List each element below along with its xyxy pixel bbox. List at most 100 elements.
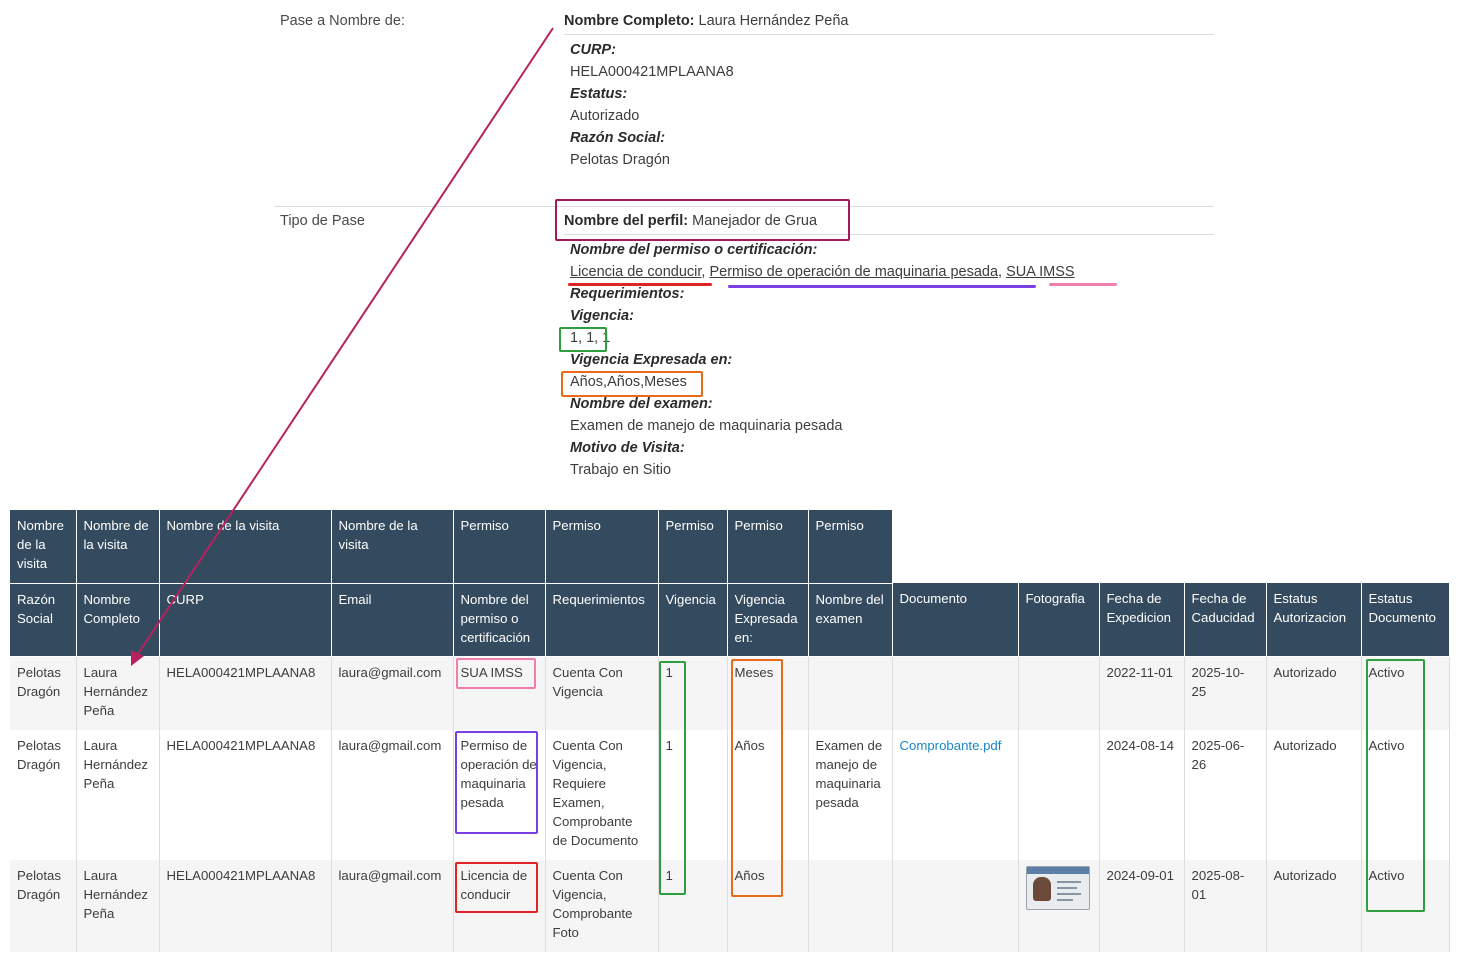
col-header-examen[interactable]: Nombre del examen bbox=[808, 583, 893, 657]
nombre-completo-value: Laura Hernández Peña bbox=[698, 13, 849, 29]
group-header: Permiso bbox=[453, 510, 546, 584]
cell-expedicion: 2024-09-01 bbox=[1099, 860, 1185, 952]
group-header: Nombre de la visita bbox=[331, 510, 454, 584]
permiso-link-sua[interactable]: SUA IMSS bbox=[1006, 264, 1075, 280]
cell-permiso: SUA IMSS bbox=[453, 656, 546, 730]
requerimientos-label: Requerimientos: bbox=[570, 286, 685, 302]
cell-razon: Pelotas Dragón bbox=[10, 730, 77, 860]
divider bbox=[274, 206, 1214, 207]
id-card-photo[interactable] bbox=[1025, 866, 1090, 910]
col-header-estatus-aut[interactable]: Estatus Autorizacion bbox=[1266, 583, 1362, 657]
razon-social-value: Pelotas Dragón bbox=[570, 152, 670, 168]
col-header-caducidad[interactable]: Fecha de Caducidad bbox=[1184, 583, 1267, 657]
cell-requerimientos: Cuenta Con Vigencia bbox=[545, 656, 659, 730]
cell-razon: Pelotas Dragón bbox=[10, 656, 77, 730]
cell-fotografia bbox=[1018, 730, 1100, 860]
blank-header bbox=[1361, 510, 1449, 583]
col-header-expedicion[interactable]: Fecha de Expedicion bbox=[1099, 583, 1185, 657]
cell-estatus-aut: Autorizado bbox=[1266, 656, 1362, 730]
cell-curp: HELA000421MPLAANA8 bbox=[159, 860, 332, 952]
group-header-row: Nombre de la visita Nombre de la visita … bbox=[10, 510, 1449, 584]
id-card-face bbox=[1032, 877, 1051, 901]
sua-underline bbox=[1049, 283, 1117, 286]
cell-estatus-aut: Autorizado bbox=[1266, 730, 1362, 860]
cell-curp: HELA000421MPLAANA8 bbox=[159, 656, 332, 730]
col-header-curp[interactable]: CURP bbox=[159, 583, 332, 657]
cell-permiso: Permiso de operación de maquinaria pesad… bbox=[453, 730, 546, 860]
cell-estatus-doc: Activo bbox=[1361, 656, 1450, 730]
col-header-vigencia-expresada[interactable]: Vigencia Expresada en: bbox=[727, 583, 809, 657]
blank-header bbox=[1184, 510, 1266, 583]
cell-vigencia-expresada: Meses bbox=[727, 656, 809, 730]
col-header-nombre[interactable]: Nombre Completo bbox=[76, 583, 160, 657]
cell-requerimientos: Cuenta Con Vigencia, Comprobante Foto bbox=[545, 860, 659, 952]
vigencia-value: 1, 1, 1 bbox=[570, 330, 611, 346]
group-header: Permiso bbox=[658, 510, 728, 584]
razon-social-label: Razón Social: bbox=[570, 130, 666, 146]
col-header-permiso[interactable]: Nombre del permiso o certificación bbox=[453, 583, 546, 657]
vigencia-expresada-value: Años,Años,Meses bbox=[570, 374, 687, 390]
cell-nombre: Laura Hernández Peña bbox=[76, 860, 160, 952]
permiso-label: Nombre del permiso o certificación: bbox=[570, 242, 818, 258]
cell-examen bbox=[808, 656, 893, 730]
blank-header bbox=[1099, 510, 1184, 583]
cell-estatus-doc: Activo bbox=[1361, 730, 1450, 860]
group-header: Permiso bbox=[727, 510, 809, 584]
permiso-link-licencia[interactable]: Licencia de conducir bbox=[570, 264, 701, 280]
cell-caducidad: 2025-06-26 bbox=[1184, 730, 1267, 860]
cell-email: laura@gmail.com bbox=[331, 730, 454, 860]
cell-documento bbox=[892, 860, 1019, 952]
comprobante-link[interactable]: Comprobante.pdf bbox=[900, 738, 1002, 753]
table-row: Pelotas Dragón Laura Hernández Peña HELA… bbox=[10, 656, 1450, 730]
licencia-underline bbox=[568, 283, 712, 286]
vigencia-label: Vigencia: bbox=[570, 308, 634, 324]
col-header-fotografia[interactable]: Fotografia bbox=[1018, 583, 1100, 657]
group-header: Nombre de la visita bbox=[159, 510, 332, 584]
permiso-underline bbox=[728, 285, 1036, 288]
cell-examen bbox=[808, 860, 893, 952]
col-header-email[interactable]: Email bbox=[331, 583, 454, 657]
permiso-list: Licencia de conducir, Permiso de operaci… bbox=[570, 264, 1075, 280]
cell-caducidad: 2025-08-01 bbox=[1184, 860, 1267, 952]
col-header-vigencia[interactable]: Vigencia bbox=[658, 583, 728, 657]
tipo-pase-label: Tipo de Pase bbox=[280, 213, 365, 229]
perfil-line: Nombre del perfil: Manejador de Grua bbox=[564, 213, 817, 229]
cell-email: laura@gmail.com bbox=[331, 860, 454, 952]
examen-label: Nombre del examen: bbox=[570, 396, 713, 412]
col-header-documento[interactable]: Documento bbox=[892, 583, 1019, 657]
perfil-label: Nombre del perfil: bbox=[564, 213, 689, 229]
col-header-razon[interactable]: Razón Social bbox=[10, 583, 77, 657]
vigencia-expresada-label: Vigencia Expresada en: bbox=[570, 352, 733, 368]
table-row: Pelotas Dragón Laura Hernández Peña HELA… bbox=[10, 730, 1450, 860]
cell-documento: Comprobante.pdf bbox=[892, 730, 1019, 860]
cell-requerimientos: Cuenta Con Vigencia, Requiere Examen, Co… bbox=[545, 730, 659, 860]
permiso-link-maquinaria[interactable]: Permiso de operación de maquinaria pesad… bbox=[709, 264, 998, 280]
permisos-table: Nombre de la visita Nombre de la visita … bbox=[10, 510, 1450, 952]
estatus-value: Autorizado bbox=[570, 108, 640, 124]
cell-nombre: Laura Hernández Peña bbox=[76, 730, 160, 860]
group-header: Nombre de la visita bbox=[10, 510, 77, 584]
cell-email: laura@gmail.com bbox=[331, 656, 454, 730]
cell-fotografia bbox=[1018, 860, 1100, 952]
group-header: Permiso bbox=[545, 510, 659, 584]
cell-vigencia-expresada: Años bbox=[727, 860, 809, 952]
cell-vigencia: 1 bbox=[658, 730, 728, 860]
cell-estatus-aut: Autorizado bbox=[1266, 860, 1362, 952]
blank-header bbox=[1018, 510, 1099, 583]
perfil-value: Manejador de Grua bbox=[692, 213, 818, 229]
separator: , bbox=[998, 264, 1007, 280]
group-header: Permiso bbox=[808, 510, 893, 584]
motivo-label: Motivo de Visita: bbox=[570, 440, 685, 456]
curp-label: CURP: bbox=[570, 42, 616, 58]
col-header-estatus-doc[interactable]: Estatus Documento bbox=[1361, 583, 1450, 657]
cell-examen: Examen de manejo de maquinaria pesada bbox=[808, 730, 893, 860]
cell-razon: Pelotas Dragón bbox=[10, 860, 77, 952]
cell-nombre: Laura Hernández Peña bbox=[76, 656, 160, 730]
pase-label: Pase a Nombre de: bbox=[280, 13, 405, 29]
divider bbox=[564, 234, 1214, 235]
cell-vigencia-expresada: Años bbox=[727, 730, 809, 860]
nombre-completo-line: Nombre Completo: Laura Hernández Peña bbox=[564, 13, 848, 29]
examen-value: Examen de manejo de maquinaria pesada bbox=[570, 418, 843, 434]
id-card-band bbox=[1026, 867, 1089, 874]
col-header-requerimientos[interactable]: Requerimientos bbox=[545, 583, 659, 657]
